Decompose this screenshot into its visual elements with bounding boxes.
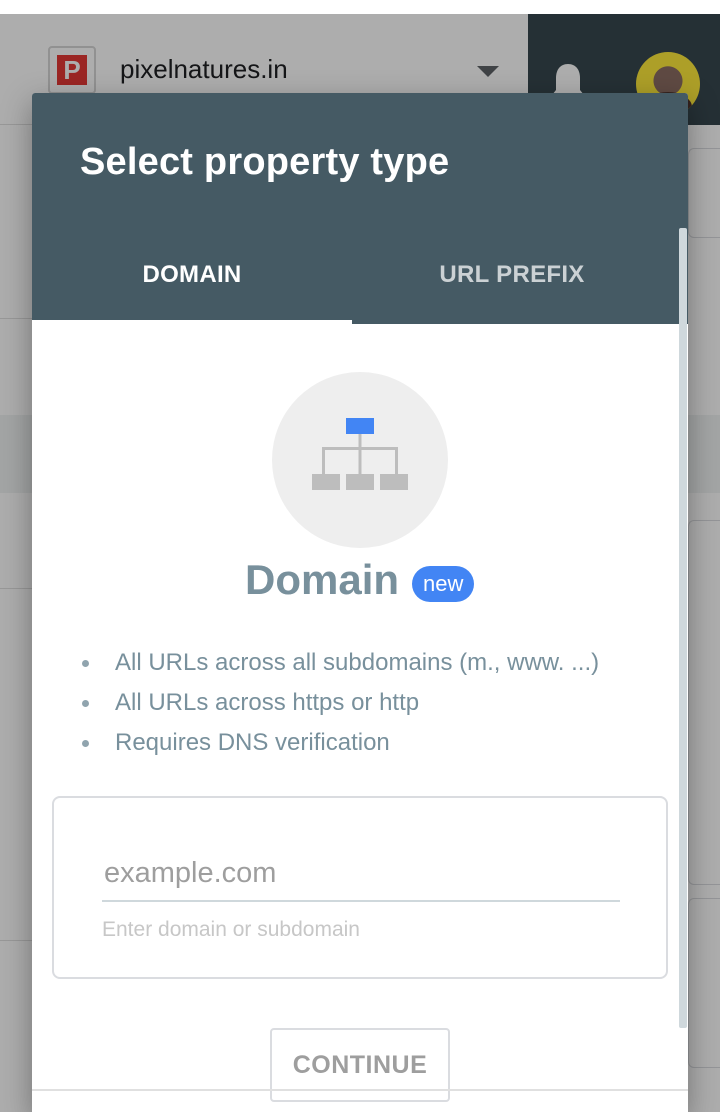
list-item: All URLs across all subdomains (m., www.… <box>82 643 599 683</box>
option-feature-list: All URLs across all subdomains (m., www.… <box>82 643 599 763</box>
dialog-scrollbar[interactable] <box>679 228 687 1028</box>
domain-input[interactable] <box>102 846 620 902</box>
domain-input-helper: Enter domain or subdomain <box>102 918 360 941</box>
dialog-footer-divider <box>32 1089 688 1091</box>
active-tab-indicator <box>32 320 352 324</box>
select-property-type-dialog: Select property type DOMAIN URL PREFIX D… <box>32 93 688 1112</box>
option-heading: Domain <box>245 556 400 603</box>
tab-url-prefix[interactable]: URL PREFIX <box>352 243 672 324</box>
domain-input-card: Enter domain or subdomain <box>52 796 668 979</box>
list-item: All URLs across https or http <box>82 683 599 723</box>
tab-domain[interactable]: DOMAIN <box>32 243 352 324</box>
list-item: Requires DNS verification <box>82 723 599 763</box>
sitemap-icon <box>312 418 408 490</box>
status-strip <box>0 0 720 14</box>
dialog-header: Select property type DOMAIN URL PREFIX <box>32 93 688 324</box>
domain-illustration <box>272 372 448 548</box>
new-badge: new <box>412 566 475 602</box>
dialog-title: Select property type <box>80 141 450 183</box>
